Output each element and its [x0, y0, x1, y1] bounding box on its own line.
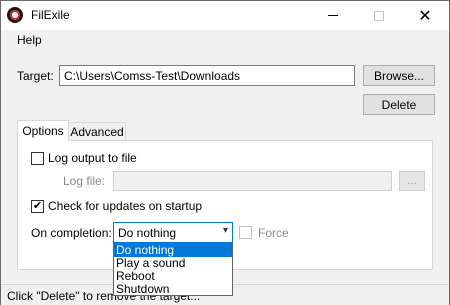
tab-options[interactable]: Options — [17, 120, 69, 141]
browse-button[interactable]: Browse... — [363, 65, 435, 86]
log-output-label: Log output to file — [48, 151, 137, 165]
delete-button[interactable]: Delete — [363, 94, 435, 115]
title-bar: FilExile ✕ — [1, 1, 449, 30]
chevron-down-icon: ▾ — [222, 225, 228, 236]
target-label: Target: — [17, 69, 54, 83]
minimize-icon — [328, 15, 338, 16]
on-completion-label: On completion: — [31, 226, 112, 240]
log-file-label: Log file: — [63, 174, 106, 188]
on-completion-dropdown: Do nothing Play a sound Reboot Shutdown — [113, 243, 233, 296]
target-input[interactable]: C:\Users\Comss-Test\Downloads — [59, 65, 355, 86]
log-output-checkbox[interactable] — [31, 152, 44, 165]
app-icon — [7, 7, 23, 23]
close-icon: ✕ — [418, 5, 432, 25]
log-file-input — [113, 171, 392, 191]
force-label: Force — [258, 226, 289, 240]
force-checkbox[interactable] — [239, 226, 252, 239]
minimize-button[interactable] — [310, 1, 356, 30]
window-title: FilExile — [31, 8, 70, 22]
main-window: FilExile ✕ Help Target: C:\Users\Comss-T… — [0, 0, 450, 305]
tab-advanced[interactable]: Advanced — [68, 122, 126, 141]
on-completion-value: Do nothing — [118, 226, 177, 240]
maximize-icon — [374, 10, 384, 21]
checkmark-icon: ✔ — [32, 200, 43, 212]
check-updates-checkbox[interactable]: ✔ — [31, 200, 44, 213]
close-button[interactable]: ✕ — [402, 1, 448, 30]
log-file-browse-button: ... — [399, 171, 425, 191]
check-updates-label: Check for updates on startup — [48, 199, 203, 213]
maximize-button[interactable] — [356, 1, 402, 30]
option-shutdown[interactable]: Shutdown — [114, 283, 232, 296]
on-completion-select[interactable]: Do nothing ▾ — [113, 222, 233, 243]
menu-bar: Help — [1, 30, 449, 50]
menu-help[interactable]: Help — [17, 33, 42, 47]
